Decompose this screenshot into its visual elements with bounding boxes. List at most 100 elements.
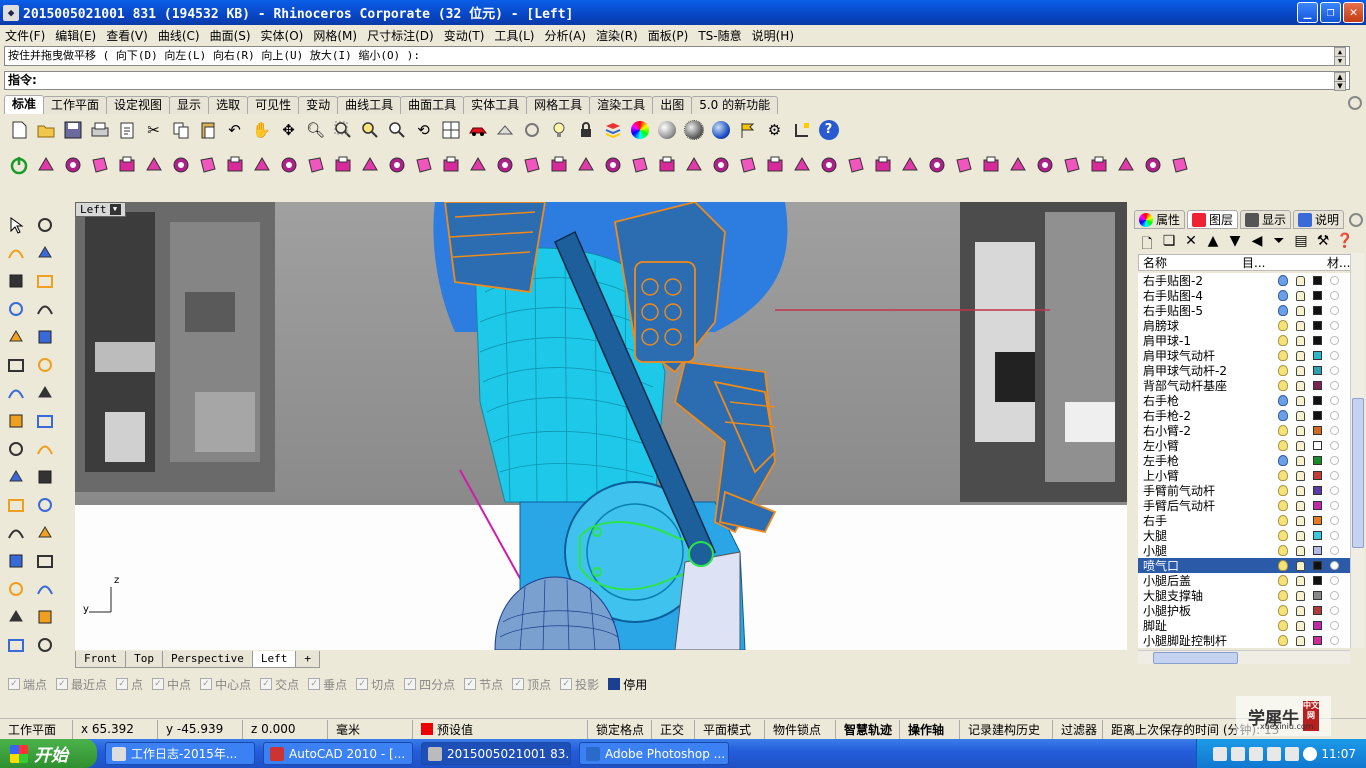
visibility-bulb-icon[interactable] [1278, 275, 1288, 286]
osnap-1[interactable]: ✓ 最近点 [56, 676, 107, 693]
close-button[interactable]: ✕ [1343, 2, 1364, 23]
four-view-icon[interactable] [438, 118, 463, 143]
viewport-tab-left[interactable]: Left [251, 651, 297, 668]
material-icon[interactable] [1330, 411, 1339, 420]
tool-icon[interactable] [222, 153, 247, 178]
material-icon[interactable] [1330, 336, 1339, 345]
zoom-icon[interactable]: 🔍︎ [303, 118, 328, 143]
menu-transform[interactable]: 变动(T) [439, 27, 490, 44]
lock-icon[interactable] [1296, 440, 1305, 451]
freeform-icon[interactable] [32, 324, 58, 349]
tab-visibility[interactable]: 可见性 [247, 96, 300, 114]
status-gumball[interactable]: 操作轴 [900, 719, 960, 739]
help-icon[interactable]: ? [816, 118, 841, 143]
tool-icon[interactable] [708, 153, 733, 178]
material-icon[interactable] [1330, 591, 1339, 600]
bulb-icon[interactable] [546, 118, 571, 143]
rotate-icon[interactable]: ⟲ [411, 118, 436, 143]
layer-row[interactable]: 上小臂 [1138, 468, 1352, 483]
boolean-icon[interactable] [3, 492, 29, 517]
split-icon[interactable] [32, 464, 58, 489]
status-smarttrack[interactable]: 智慧轨迹 [836, 719, 900, 739]
sphere-gray-icon[interactable] [654, 118, 679, 143]
tool-icon[interactable] [330, 153, 355, 178]
material-icon[interactable] [1330, 471, 1339, 480]
menu-dimension[interactable]: 尺寸标注(D) [362, 27, 439, 44]
layer-color-swatch[interactable] [1313, 336, 1322, 345]
tab-mesh-tools[interactable]: 网格工具 [526, 96, 591, 114]
osnap-checkbox[interactable]: ✓ [260, 678, 273, 690]
menu-edit[interactable]: 编辑(E) [50, 27, 101, 44]
keyboard-icon[interactable] [1213, 746, 1228, 761]
layer-color-swatch[interactable] [1313, 321, 1322, 330]
layer-row[interactable]: 右小臂-2 [1138, 423, 1352, 438]
tool-icon[interactable] [1086, 153, 1111, 178]
lock-icon[interactable] [1296, 410, 1305, 421]
command-input[interactable]: 指令: ▲ ▼ [4, 71, 1350, 91]
osnap-checkbox[interactable]: ✓ [464, 678, 477, 690]
visibility-bulb-icon[interactable] [1278, 635, 1288, 646]
material-icon[interactable] [1330, 351, 1339, 360]
layer-row[interactable]: 喷气口 [1138, 558, 1352, 573]
tool-icon[interactable] [492, 153, 517, 178]
visibility-bulb-icon[interactable] [1278, 425, 1288, 436]
network-icon[interactable] [1249, 746, 1264, 761]
menu-tools[interactable]: 工具(L) [489, 27, 539, 44]
osnap-checkbox[interactable]: ✓ [356, 678, 369, 690]
command-scroll-down[interactable]: ▼ [1334, 81, 1346, 91]
taskbar-item-autocad[interactable]: AutoCAD 2010 - [... [263, 742, 413, 765]
tool-icon[interactable] [897, 153, 922, 178]
tool-icon[interactable] [1167, 153, 1192, 178]
visibility-bulb-icon[interactable] [1278, 530, 1288, 541]
flag-icon[interactable] [735, 118, 760, 143]
grid-icon[interactable] [32, 604, 58, 629]
status-ortho[interactable]: 正交 [652, 719, 695, 739]
layer-row[interactable]: 背部气动杆基座 [1138, 378, 1352, 393]
ring-icon[interactable] [519, 118, 544, 143]
tab-surface-tools[interactable]: 曲面工具 [400, 96, 465, 114]
status-osnap[interactable]: 物件锁点 [765, 719, 836, 739]
tab-standard[interactable]: 标准 [4, 95, 45, 114]
osnap-4[interactable]: ✓ 中心点 [200, 676, 251, 693]
tool-icon[interactable] [843, 153, 868, 178]
tool-icon[interactable] [249, 153, 274, 178]
osnap-checkbox[interactable]: ✓ [152, 678, 165, 690]
material-icon[interactable] [1330, 276, 1339, 285]
volume-icon[interactable] [1267, 746, 1282, 761]
layer-color-swatch[interactable] [1313, 291, 1322, 300]
material-icon[interactable] [1330, 561, 1339, 570]
color-wheel-icon[interactable] [627, 118, 652, 143]
tab-select[interactable]: 选取 [208, 96, 249, 114]
panel-tab-properties[interactable]: 属性 [1134, 210, 1186, 229]
menu-render[interactable]: 渲染(R) [591, 27, 643, 44]
copy-icon[interactable] [168, 118, 193, 143]
layer-color-swatch[interactable] [1313, 456, 1322, 465]
tool-icon[interactable] [870, 153, 895, 178]
osnap-9[interactable]: ✓ 节点 [464, 676, 503, 693]
tool-icon[interactable] [411, 153, 436, 178]
visibility-bulb-icon[interactable] [1278, 290, 1288, 301]
material-icon[interactable] [1330, 321, 1339, 330]
osnap-checkbox[interactable]: ✓ [56, 678, 69, 690]
curve-icon[interactable] [32, 240, 58, 265]
lock-icon[interactable] [1296, 605, 1305, 616]
material-icon[interactable] [1330, 516, 1339, 525]
layer-color-swatch[interactable] [1313, 576, 1322, 585]
more-icon[interactable] [32, 632, 58, 657]
lock-icon[interactable] [1296, 380, 1305, 391]
layer-color-swatch[interactable] [1313, 636, 1322, 645]
visibility-bulb-icon[interactable] [1278, 605, 1288, 616]
text-icon[interactable] [3, 548, 29, 573]
layer-row[interactable]: 右手枪-2 [1138, 408, 1352, 423]
status-planar[interactable]: 平面模式 [695, 719, 765, 739]
material-icon[interactable] [1330, 486, 1339, 495]
tool-icon[interactable] [114, 153, 139, 178]
column-name[interactable]: 名称 [1139, 254, 1242, 271]
material-icon[interactable] [1330, 381, 1339, 390]
layer-row[interactable]: 右手贴图-2 [1138, 273, 1352, 288]
menu-ts[interactable]: TS-随意 [693, 27, 746, 44]
layer-color-swatch[interactable] [1313, 426, 1322, 435]
layer-color-swatch[interactable] [1313, 351, 1322, 360]
layer-color-swatch[interactable] [1313, 501, 1322, 510]
menu-view[interactable]: 查看(V) [101, 27, 153, 44]
